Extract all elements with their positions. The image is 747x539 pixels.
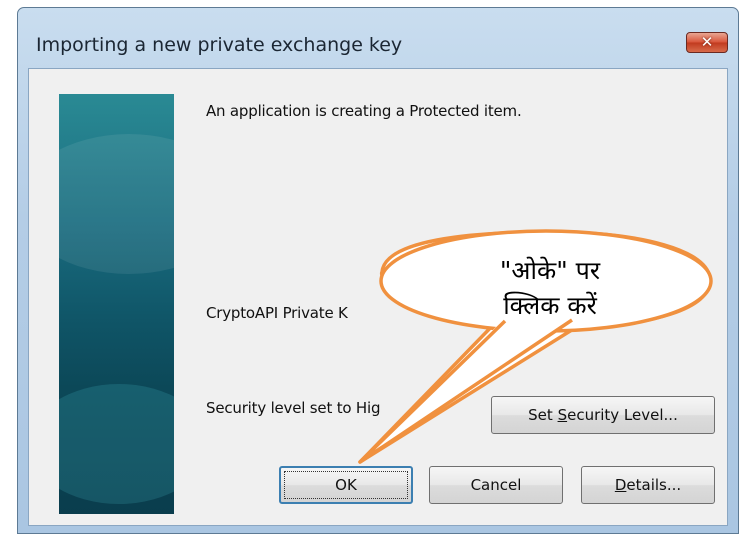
callout-line-1: "ओके" पर bbox=[499, 256, 601, 285]
callout-line-2: क्लिक करें bbox=[503, 291, 597, 320]
callout-text: "ओके" पर क्लिक करें bbox=[440, 253, 660, 323]
